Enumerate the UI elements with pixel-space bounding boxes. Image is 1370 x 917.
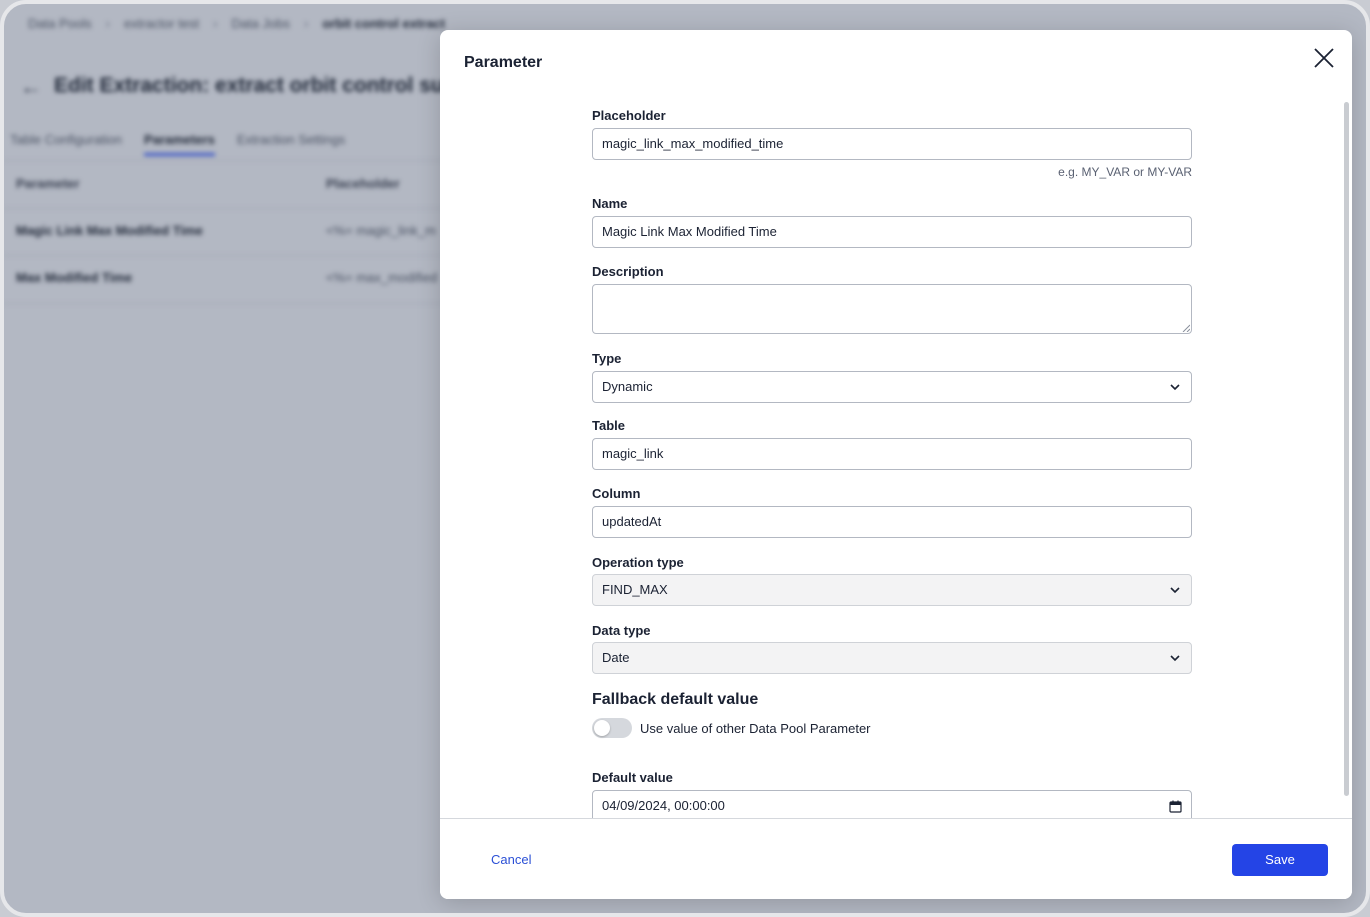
breadcrumb-item[interactable]: extractor test	[124, 16, 199, 31]
operation-type-label: Operation type	[592, 555, 684, 570]
scrollbar[interactable]	[1344, 102, 1349, 796]
row-parameter: Magic Link Max Modified Time	[16, 223, 203, 238]
default-value-text: 04/09/2024, 00:00:00	[602, 798, 725, 813]
fallback-section-title: Fallback default value	[592, 691, 759, 708]
row-parameter: Max Modified Time	[16, 270, 133, 285]
placeholder-field: Placeholder magic_link_max_modified_time…	[592, 108, 1192, 179]
data-type-select[interactable]: Date	[592, 642, 1192, 674]
use-other-parameter-toggle[interactable]	[592, 718, 632, 738]
default-value-field: Default value 04/09/2024, 00:00:00	[592, 770, 1192, 818]
data-type-label: Data type	[592, 623, 651, 638]
calendar-icon[interactable]	[1169, 800, 1182, 813]
page-title: Edit Extraction: extract orbit control s…	[54, 74, 457, 97]
save-button[interactable]: Save	[1232, 844, 1328, 876]
name-input[interactable]: Magic Link Max Modified Time	[592, 216, 1192, 248]
column-field: Column updatedAt	[592, 486, 1192, 538]
tab-bar: Table Configuration Parameters Extractio…	[10, 132, 345, 156]
chevron-right-icon: ›	[105, 16, 110, 31]
default-value-datetime-input[interactable]: 04/09/2024, 00:00:00	[592, 790, 1192, 818]
placeholder-hint: e.g. MY_VAR or MY-VAR	[1058, 165, 1192, 179]
type-field: Type Dynamic	[592, 351, 1192, 403]
data-type-selected-value: Date	[602, 650, 630, 665]
table-row[interactable]: Max Modified Time <%= max_modified	[4, 256, 444, 304]
column-header-placeholder: Placeholder	[326, 176, 400, 191]
tab-parameters[interactable]: Parameters	[144, 132, 215, 156]
breadcrumb: Data Pools › extractor test › Data Jobs …	[28, 16, 445, 31]
column-input[interactable]: updatedAt	[592, 506, 1192, 538]
type-label: Type	[592, 351, 622, 366]
tab-divider	[4, 160, 444, 161]
column-label: Column	[592, 486, 641, 501]
row-placeholder: <%= max_modified	[326, 270, 438, 285]
description-field: Description	[592, 264, 1192, 334]
operation-type-selected-value: FIND_MAX	[602, 582, 668, 597]
parameter-dialog: Parameter Placeholder magic_link_max_mod…	[440, 30, 1352, 899]
use-other-parameter-label: Use value of other Data Pool Parameter	[640, 721, 871, 736]
name-label: Name	[592, 196, 628, 211]
column-header-parameter: Parameter	[16, 176, 80, 191]
close-icon	[1314, 48, 1334, 68]
chevron-right-icon: ›	[303, 16, 309, 31]
back-arrow-icon[interactable]: ←	[20, 74, 42, 100]
operation-type-field: Operation type FIND_MAX	[592, 555, 1192, 606]
name-field: Name Magic Link Max Modified Time	[592, 196, 1192, 248]
placeholder-label: Placeholder	[592, 108, 666, 123]
chevron-down-icon	[1170, 384, 1180, 391]
type-select[interactable]: Dynamic	[592, 371, 1192, 403]
placeholder-input[interactable]: magic_link_max_modified_time	[592, 128, 1192, 160]
default-value-label: Default value	[592, 770, 673, 785]
app-frame: Data Pools › extractor test › Data Jobs …	[0, 0, 1370, 917]
operation-type-select[interactable]: FIND_MAX	[592, 574, 1192, 606]
table-input[interactable]: magic_link	[592, 438, 1192, 470]
tab-extraction-settings[interactable]: Extraction Settings	[237, 132, 345, 156]
cancel-button[interactable]: Cancel	[491, 852, 531, 867]
breadcrumb-item[interactable]: Data Jobs	[231, 16, 290, 31]
table-label: Table	[592, 418, 625, 433]
dialog-body[interactable]: Placeholder magic_link_max_modified_time…	[440, 100, 1352, 818]
row-placeholder: <%= magic_link_m	[326, 223, 436, 238]
data-type-field: Data type Date	[592, 623, 1192, 674]
breadcrumb-current: orbit control extract	[322, 16, 446, 31]
chevron-down-icon	[1170, 655, 1180, 662]
table-row[interactable]: Magic Link Max Modified Time <%= magic_l…	[4, 208, 444, 256]
resize-grip-icon[interactable]	[1182, 324, 1190, 332]
type-selected-value: Dynamic	[602, 379, 653, 394]
tab-table-configuration[interactable]: Table Configuration	[10, 132, 122, 156]
breadcrumb-item[interactable]: Data Pools	[28, 16, 92, 31]
chevron-down-icon	[1170, 587, 1180, 594]
dialog-footer: Cancel Save	[440, 818, 1352, 899]
close-button[interactable]	[1312, 46, 1336, 70]
toggle-knob	[594, 720, 610, 736]
description-textarea[interactable]	[592, 284, 1192, 334]
chevron-right-icon: ›	[213, 16, 218, 31]
table-field: Table magic_link	[592, 418, 1192, 470]
description-label: Description	[592, 264, 664, 279]
dialog-title: Parameter	[464, 54, 543, 71]
